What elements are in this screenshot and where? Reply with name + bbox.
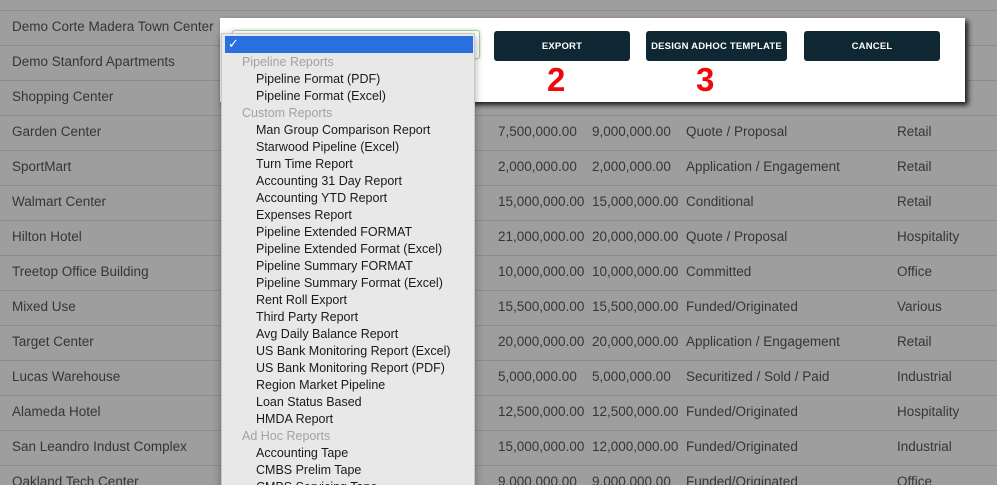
dropdown-option[interactable]: Starwood Pipeline (Excel) [256, 139, 399, 156]
dropdown-option[interactable]: Pipeline Format (Excel) [256, 88, 386, 105]
export-button[interactable]: EXPORT [494, 31, 630, 61]
dropdown-option[interactable]: CMBS Servicing Tape [256, 479, 377, 485]
cancel-button[interactable]: CANCEL [804, 31, 940, 61]
report-dropdown-list[interactable]: ✓ Pipeline Reports Pipeline Format (PDF) P… [221, 33, 475, 485]
dropdown-option[interactable]: Region Market Pipeline [256, 377, 385, 394]
dropdown-option[interactable]: HMDA Report [256, 411, 333, 428]
dropdown-group-label: Custom Reports [242, 106, 333, 120]
dropdown-option[interactable]: Pipeline Summary Format (Excel) [256, 275, 443, 292]
dropdown-option[interactable]: Pipeline Extended FORMAT [256, 224, 412, 241]
dropdown-option[interactable]: Accounting 31 Day Report [256, 173, 402, 190]
dropdown-option[interactable]: Third Party Report [256, 309, 358, 326]
marker-2: 2 [547, 61, 566, 98]
dropdown-option[interactable]: Pipeline Extended Format (Excel) [256, 241, 442, 258]
dropdown-option[interactable]: Expenses Report [256, 207, 352, 224]
dropdown-selected-option[interactable]: ✓ [225, 36, 473, 53]
marker-3: 3 [696, 61, 715, 98]
dropdown-option[interactable]: Accounting Tape [256, 445, 348, 462]
design-adhoc-template-button[interactable]: DESIGN ADHOC TEMPLATE [646, 31, 787, 61]
dropdown-option[interactable]: CMBS Prelim Tape [256, 462, 361, 479]
dropdown-group-label: Pipeline Reports [242, 55, 334, 69]
dropdown-option[interactable]: US Bank Monitoring Report (PDF) [256, 360, 445, 377]
dropdown-option[interactable]: Pipeline Format (PDF) [256, 71, 380, 88]
dropdown-option[interactable]: Pipeline Summary FORMAT [256, 258, 413, 275]
dropdown-option[interactable]: Accounting YTD Report [256, 190, 387, 207]
export-report-screen: Demo Corte Madera Town Center Demo Stanfo… [0, 0, 997, 485]
dropdown-option[interactable]: Turn Time Report [256, 156, 353, 173]
dropdown-option[interactable]: Avg Daily Balance Report [256, 326, 398, 343]
checkmark-icon: ✓ [228, 36, 239, 51]
dropdown-option[interactable]: US Bank Monitoring Report (Excel) [256, 343, 451, 360]
dropdown-option[interactable]: Rent Roll Export [256, 292, 347, 309]
dropdown-option[interactable]: Loan Status Based [256, 394, 362, 411]
dropdown-group-label: Ad Hoc Reports [242, 429, 331, 443]
dropdown-option[interactable]: Man Group Comparison Report [256, 122, 430, 139]
